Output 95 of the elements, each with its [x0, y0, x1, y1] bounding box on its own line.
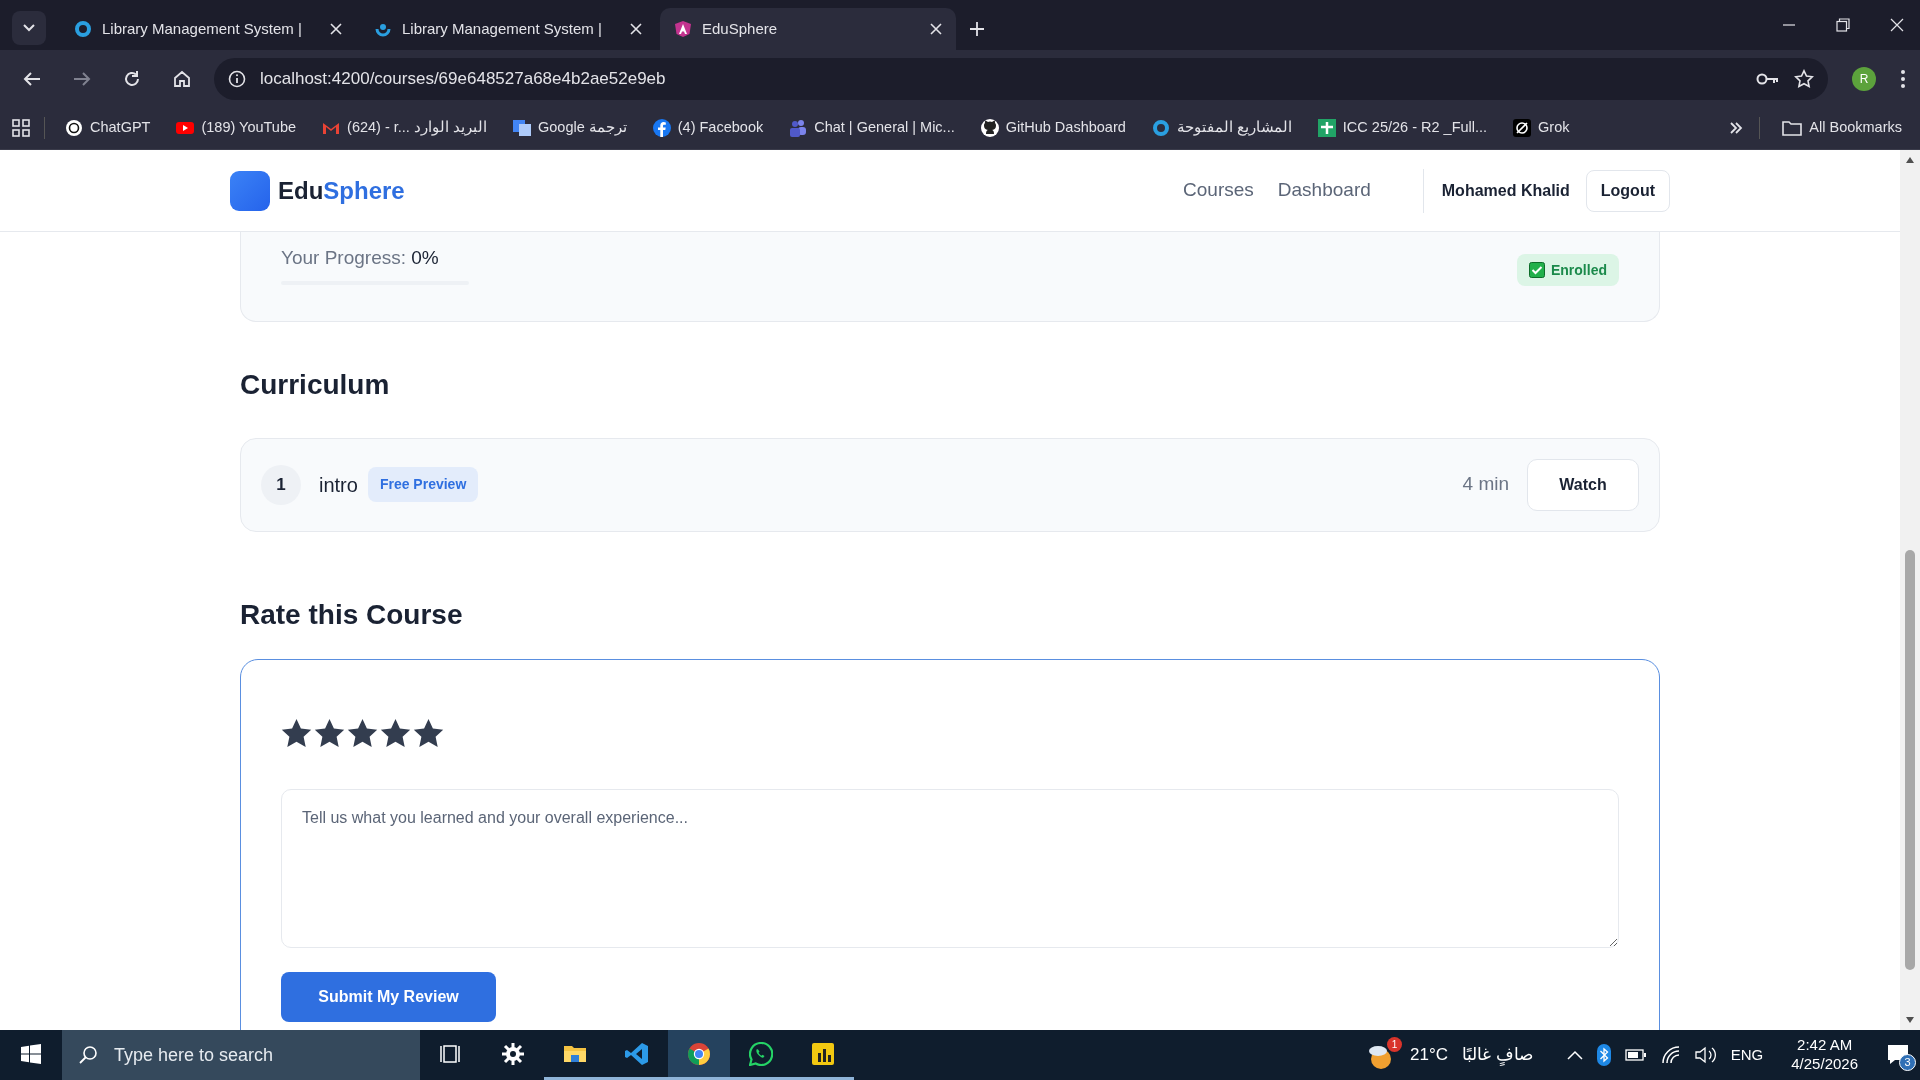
scrollbar[interactable] — [1900, 150, 1920, 1030]
settings-icon — [501, 1041, 525, 1066]
tab-title: Library Management System | — [102, 18, 303, 39]
submit-button[interactable]: Submit My Review — [281, 972, 496, 1023]
nav-link[interactable]: Dashboard — [1265, 176, 1383, 205]
taskbar-search[interactable]: Type here to search — [62, 1030, 420, 1080]
check-icon — [1529, 262, 1545, 278]
progress-label: Your Progress: 0% — [281, 246, 440, 270]
windows-icon — [21, 1043, 41, 1064]
brand-name[interactable]: EduSphere — [278, 172, 405, 209]
restore-icon[interactable] — [1836, 18, 1850, 32]
up-arrow-icon — [1905, 156, 1915, 164]
address-bar[interactable]: localhost:4200/courses/69e648527a68e4b2ae52e9eb — [214, 57, 1828, 100]
battery-icon[interactable] — [1624, 1049, 1647, 1061]
clock-date[interactable]: 4/25/2026 — [1791, 1055, 1858, 1074]
temperature: 21°C — [1410, 1044, 1448, 1067]
search-field[interactable]: Type here to search — [112, 1040, 392, 1070]
bookmark[interactable]: Google ترجمة — [506, 114, 633, 142]
translate-icon — [512, 119, 531, 137]
close-icon[interactable] — [330, 23, 342, 35]
review-field[interactable]: Tell us what you learned and your overall experience... — [281, 789, 1619, 949]
bluetooth-icon[interactable] — [1596, 1044, 1611, 1066]
lesson-title: intro — [319, 472, 358, 498]
bookmark[interactable]: ChatGPT — [59, 114, 157, 142]
enrolled-badge: Enrolled — [1517, 254, 1619, 286]
section-heading: Rate this Course — [240, 597, 464, 632]
bookmark[interactable]: المشاريع المفتوحة — [1145, 114, 1298, 142]
browser-tab[interactable]: EduSphere — [660, 8, 956, 50]
bookmark[interactable]: GitHub Dashboard — [974, 114, 1132, 142]
ring-icon — [74, 20, 92, 38]
bookmark[interactable]: (624) - r... البريد الوارد — [316, 114, 493, 142]
knot-icon — [65, 119, 83, 137]
close-icon[interactable] — [930, 23, 942, 35]
star-icon[interactable] — [314, 718, 345, 750]
tab-title: EduSphere — [702, 18, 779, 39]
down-arrow-icon — [1905, 1016, 1915, 1024]
star-icon[interactable] — [347, 718, 378, 750]
logout-button[interactable]: Logout — [1585, 169, 1670, 212]
plus-sheet-icon — [1317, 119, 1336, 137]
shield-icon — [674, 20, 692, 38]
ring-icon — [1151, 119, 1170, 137]
apps-grid-icon[interactable] — [12, 119, 30, 137]
reload-icon[interactable] — [122, 68, 142, 89]
preview-badge: Free Preview — [367, 467, 479, 503]
nav-link[interactable]: Courses — [1171, 176, 1266, 205]
chart-icon — [811, 1041, 835, 1066]
folder-icon — [1782, 120, 1803, 136]
home-icon[interactable] — [172, 68, 192, 89]
watch-button[interactable]: Watch — [1527, 458, 1639, 511]
bookmark[interactable]: (4) Facebook — [646, 114, 770, 142]
logo-icon — [230, 170, 270, 211]
star-icon[interactable] — [380, 718, 411, 750]
browser-tab[interactable]: Library Management System | — [60, 8, 356, 50]
people-icon — [789, 119, 808, 137]
star-icon[interactable] — [413, 718, 444, 750]
key-icon[interactable] — [1756, 71, 1780, 86]
chat-bubble-icon — [749, 1041, 773, 1066]
user-name: Mohamed Khalid — [1441, 180, 1570, 201]
tab-title: Library Management System | — [402, 18, 603, 39]
notification-badge: 1 — [1387, 1037, 1403, 1052]
lesson-duration: 4 min — [1462, 472, 1509, 497]
lesson-number: 1 — [261, 464, 301, 505]
chevrons-icon[interactable] — [1729, 121, 1744, 135]
bookmark[interactable]: ICC 25/26 - R2 _Full... — [1311, 114, 1494, 142]
close-icon[interactable] — [1890, 18, 1904, 32]
url-text: localhost:4200/courses/69e648527a68e4b2ae52e9eb — [260, 67, 667, 90]
notification-badge: 3 — [1899, 1054, 1916, 1071]
close-icon[interactable] — [630, 23, 642, 35]
taskbar-app[interactable] — [668, 1030, 730, 1080]
chevron-up-icon[interactable] — [1566, 1050, 1583, 1060]
tab-list-button[interactable] — [12, 11, 46, 45]
bookmark[interactable]: Chat | General | Mic... — [783, 114, 961, 142]
caret-icon — [23, 24, 35, 32]
section-heading: Curriculum — [240, 368, 391, 402]
plus-icon[interactable] — [970, 22, 984, 36]
language-indicator[interactable]: ENG — [1730, 1043, 1764, 1067]
wifi-icon[interactable] — [1660, 1046, 1681, 1064]
info-icon — [228, 69, 246, 88]
scrollbar-thumb[interactable] — [1905, 550, 1915, 970]
clock-time[interactable]: 2:42 AM — [1797, 1036, 1853, 1055]
volume-icon[interactable] — [1694, 1046, 1717, 1064]
star-icon[interactable] — [1794, 68, 1814, 89]
browser-tab[interactable]: Library Management System | — [360, 8, 656, 50]
all-bookmarks-button[interactable]: All Bookmarks — [1776, 114, 1908, 142]
code-editor-icon — [625, 1041, 649, 1066]
more-icon[interactable] — [1900, 68, 1906, 89]
facebook-icon — [652, 119, 671, 137]
play-icon — [176, 119, 195, 137]
bookmark[interactable]: Grok — [1507, 114, 1576, 142]
search-icon — [78, 1045, 98, 1065]
chrome-icon — [687, 1041, 711, 1066]
bookmark[interactable]: (189) YouTube — [170, 114, 303, 142]
star-icon[interactable] — [281, 718, 312, 750]
octocat-icon — [980, 119, 999, 137]
weather-text: صافٍ غالبًا — [1462, 1044, 1533, 1068]
